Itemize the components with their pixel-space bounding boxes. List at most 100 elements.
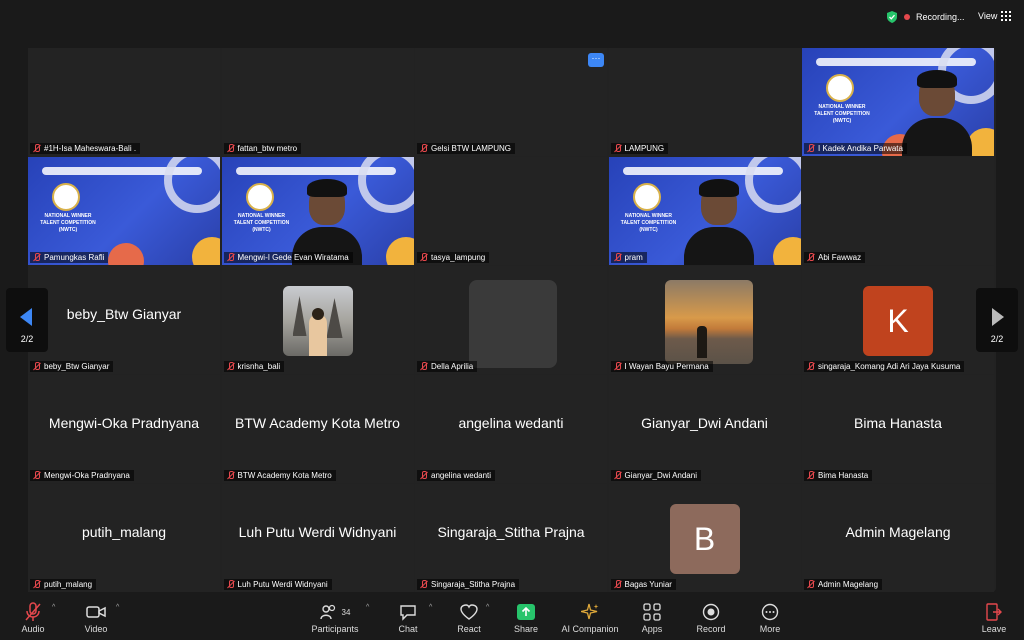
react-button[interactable]: React [439,596,499,634]
more-icon [740,602,800,622]
chat-chevron-icon[interactable]: ^ [429,604,432,611]
mic-muted-icon [613,580,622,589]
participant-name-tag: Mengwi-I Gede Evan Wiratama [223,252,353,263]
view-label: View [978,11,998,21]
event-banner-video: NATIONAL WINNER TALENT COMPETITION (NWTC… [221,157,414,265]
ai-companion-button[interactable]: AI Companion [557,596,623,634]
ai-companion-label: AI Companion [561,624,619,634]
participant-tile[interactable]: NATIONAL WINNER TALENT COMPETITION (NWTC… [221,157,414,265]
profile-photo [664,280,753,364]
chat-button[interactable]: Chat [378,596,438,634]
share-button[interactable]: Share [496,596,556,634]
participant-tile[interactable]: Singaraja_Stitha Prajna Singaraja_Stitha … [415,484,607,592]
mic-muted-icon [226,362,235,371]
participant-tile[interactable]: tasya_lampung [415,157,607,265]
participant-tile[interactable]: Ksingaraja_Komang Adi Ari Jaya Kusuma [802,266,994,374]
participant-name-tag: beby_Btw Gianyar [30,361,114,372]
mic-muted-icon [613,253,622,262]
participant-tile[interactable]: #1H-Isa Maheswara-Bali . [28,48,220,156]
participants-button[interactable]: 34 Participants [305,596,365,634]
mic-muted-icon [806,580,815,589]
chevron-right-icon [992,308,1004,326]
page-indicator: 2/2 [990,334,1004,344]
participant-name: Bagas Yuniar [624,580,672,589]
participant-name: #1H-Isa Maheswara-Bali . [44,144,137,153]
avatar: B [669,504,740,574]
participant-tile[interactable]: Admin Magelang Admin Magelang [802,484,994,592]
leave-label: Leave [981,624,1007,634]
participant-tile[interactable]: fattan_btw metro [221,48,414,156]
participant-name: Gianyar_Dwi Andani [624,471,697,480]
participant-name-tag: LAMPUNG [610,143,669,154]
participant-name: singaraja_Komang Adi Ari Jaya Kusuma [818,362,961,371]
participant-name: Luh Putu Werdi Widnyani [237,580,328,589]
participant-tile[interactable]: angelina wedanti angelina wedanti [415,375,607,483]
recording-indicator[interactable]: Recording... [886,11,965,23]
participant-tile[interactable]: NATIONAL WINNER TALENT COMPETITION (NWTC… [28,157,220,265]
participant-display-name: Admin Magelang [845,524,951,540]
participant-tile[interactable]: I Wayan Bayu Permana [608,266,801,374]
participant-tile[interactable]: BTW Academy Kota Metro BTW Academy Kota M… [221,375,414,483]
participant-name: Della Aprilia [431,362,474,371]
participant-name-tag: Admin Magelang [804,579,883,590]
video-label: Video [84,624,108,634]
audio-button[interactable]: Audio [3,596,63,634]
video-options-chevron-icon[interactable]: ^ [116,604,119,611]
participant-tile[interactable]: B Bagas Yuniar [608,484,801,592]
recording-dot-icon [904,14,910,20]
participant-tile[interactable]: putih_malang putih_malang [28,484,220,592]
mic-muted-icon [613,362,622,371]
chat-label: Chat [398,624,418,634]
profile-photo [282,286,353,356]
apps-button[interactable]: Apps [622,596,682,634]
participant-tile[interactable]: Della Aprilia [415,266,607,374]
previous-page-button[interactable]: 2/2 [6,288,48,352]
audio-options-chevron-icon[interactable]: ^ [52,604,55,611]
more-button[interactable]: More [740,596,800,634]
participant-name: pram [624,253,643,262]
participant-name-tag: Bima Hanasta [804,470,873,481]
participant-name: Pamungkas Rafli [44,253,105,262]
mic-muted-icon [32,471,41,480]
participant-tile[interactable]: beby_Btw Gianyar beby_Btw Gianyar [28,266,220,374]
event-logo [632,183,661,211]
participants-count: 34 [341,607,351,617]
participant-tile[interactable]: LAMPUNG [608,48,801,156]
video-button[interactable]: Video [66,596,126,634]
shield-icon [887,11,897,23]
sparkle-icon [557,602,623,622]
mic-muted-icon [32,362,41,371]
mic-muted-icon [806,471,815,480]
participant-tile[interactable]: Gianyar_Dwi Andani Gianyar_Dwi Andani [608,375,801,483]
participant-name-tag: singaraja_Komang Adi Ari Jaya Kusuma [804,361,965,372]
participant-name: angelina wedanti [431,471,492,480]
participant-tile[interactable]: Abi Fawwaz [802,157,994,265]
participant-name: Singaraja_Stitha Prajna [431,580,516,589]
participant-name-tag: Della Aprilia [417,361,478,372]
next-page-button[interactable]: 2/2 [976,288,1018,352]
participants-chevron-icon[interactable]: ^ [366,604,369,611]
participant-name: Mengwi-Oka Pradnyana [44,471,130,480]
more-options-button[interactable]: ··· [588,53,604,67]
page-indicator: 2/2 [20,334,34,344]
participant-name-tag: Pamungkas Rafli [30,252,109,263]
participant-name-tag: pram [610,252,647,263]
participant-tile[interactable]: krisnha_bali [221,266,414,374]
participant-tile[interactable]: Bima Hanasta Bima Hanasta [802,375,994,483]
record-button[interactable]: Record [681,596,741,634]
chevron-left-icon [20,308,32,326]
view-button[interactable]: View [978,11,1012,21]
participants-icon: 34 [305,602,365,622]
participant-tile[interactable]: NATIONAL WINNER TALENT COMPETITION (NWTC… [608,157,801,265]
participant-tile[interactable]: NATIONAL WINNER TALENT COMPETITION (NWTC… [802,48,994,156]
mic-muted-icon [226,144,235,153]
participant-tile[interactable]: Luh Putu Werdi Widnyani Luh Putu Werdi Wi… [221,484,414,592]
participant-tile[interactable]: Gelsi BTW LAMPUNG [415,48,607,156]
participant-name: tasya_lampung [431,253,486,262]
apps-icon [622,602,682,622]
participant-name: Mengwi-I Gede Evan Wiratama [237,253,349,262]
participant-tile[interactable]: Mengwi-Oka Pradnyana Mengwi-Oka Pradnyana [28,375,220,483]
participant-name: Bima Hanasta [818,471,869,480]
react-chevron-icon[interactable]: ^ [486,604,489,611]
leave-button[interactable]: Leave [964,596,1024,634]
